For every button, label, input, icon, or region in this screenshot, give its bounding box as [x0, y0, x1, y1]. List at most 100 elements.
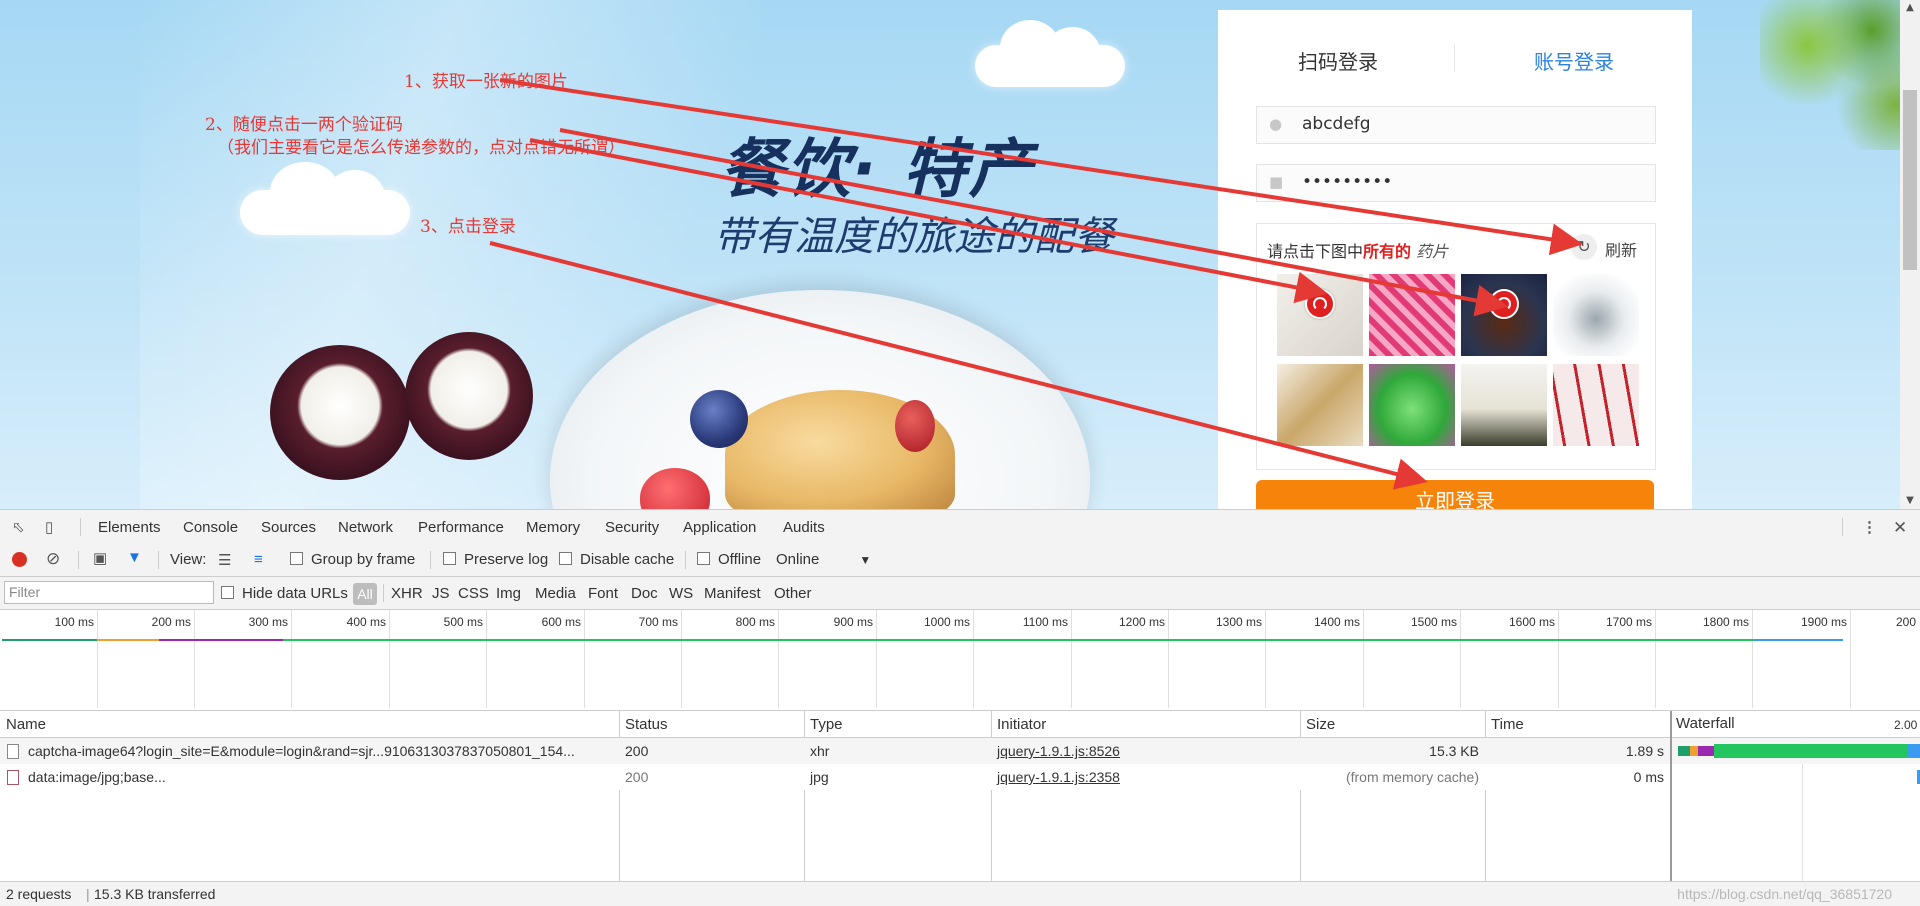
username-field[interactable]: ● abcdefg [1256, 106, 1656, 144]
filter-input[interactable]: Filter [4, 581, 214, 604]
timeline-tick-label: 1300 ms [1215, 615, 1262, 629]
timeline-tick-label: 1200 ms [1118, 615, 1165, 629]
table-row[interactable]: data:image/jpg;base... 200 jpg jquery-1.… [0, 764, 1670, 790]
clear-icon[interactable]: ⊘ [46, 549, 60, 569]
column-divider[interactable] [804, 711, 805, 881]
request-initiator-link[interactable]: jquery-1.9.1.js:2358 [997, 769, 1120, 785]
list-view-icon[interactable]: ☰ [218, 551, 231, 569]
network-overview-timeline[interactable]: 100 ms 200 ms 300 ms 400 ms 500 ms 600 m… [0, 610, 1920, 711]
captcha-tile[interactable] [1553, 274, 1639, 356]
column-divider[interactable] [1485, 711, 1486, 881]
image-file-icon [7, 770, 19, 785]
preserve-log-checkbox[interactable]: Preserve log [443, 551, 548, 568]
scroll-up-icon[interactable]: ▲ [1900, 0, 1920, 16]
tab-security[interactable]: Security [605, 519, 659, 536]
timeline-tick-label: 1600 ms [1508, 615, 1555, 629]
record-icon[interactable] [12, 552, 27, 567]
tab-performance[interactable]: Performance [418, 519, 504, 536]
column-divider[interactable] [619, 711, 620, 881]
request-initiator-link[interactable]: jquery-1.9.1.js:8526 [997, 743, 1120, 759]
close-icon[interactable]: ✕ [1893, 518, 1907, 538]
throttling-select[interactable]: Online ▼ [776, 551, 871, 568]
username-value: abcdefg [1302, 114, 1371, 134]
filter-type-js[interactable]: JS [432, 585, 450, 602]
grid-line [1265, 610, 1266, 708]
tab-qr-login[interactable]: 扫码登录 [1298, 46, 1378, 75]
screenshot-camera-icon[interactable]: ▣ [93, 549, 107, 567]
divider [685, 551, 686, 569]
captcha-tile[interactable] [1369, 274, 1455, 356]
captcha-click-marker-icon[interactable] [1305, 289, 1335, 319]
mangosteen-image [270, 345, 410, 480]
group-by-frame-checkbox[interactable]: Group by frame [290, 551, 415, 568]
more-options-icon[interactable]: ⋮ [1862, 518, 1877, 536]
device-toolbar-icon[interactable]: ▯ [45, 518, 53, 536]
login-submit-button[interactable]: 立即登录 [1256, 480, 1654, 509]
captcha-tile[interactable] [1369, 364, 1455, 446]
refresh-label: 刷新 [1605, 241, 1638, 260]
request-time: 0 ms [1633, 769, 1664, 785]
table-row[interactable]: captcha-image64?login_site=E&module=logi… [0, 738, 1670, 764]
filter-funnel-icon[interactable]: ▼ [127, 549, 142, 566]
filter-type-manifest[interactable]: Manifest [704, 585, 761, 602]
requests-table-header: Name Status Type Initiator Size Time Wat… [0, 711, 1920, 738]
tab-network[interactable]: Network [329, 519, 402, 546]
tab-application[interactable]: Application [683, 519, 756, 536]
captcha-tile[interactable] [1277, 364, 1363, 446]
devtools-tab-bar: ⬁ ▯ Elements Console Sources Network Per… [0, 509, 1920, 546]
column-header-status[interactable]: Status [625, 716, 668, 733]
filter-type-doc[interactable]: Doc [631, 585, 658, 602]
tab-console[interactable]: Console [183, 519, 238, 536]
column-header-type[interactable]: Type [810, 716, 843, 733]
login-panel: 扫码登录 账号登录 ● abcdefg ■ ••••••••• 请点击下图中所有… [1218, 10, 1692, 509]
network-toolbar: ⊘ ▣ ▼ View: ☰ ≡ Group by frame Preserve … [0, 544, 1920, 577]
scroll-down-icon[interactable]: ▼ [1900, 493, 1920, 509]
filter-type-all[interactable]: All [353, 583, 377, 605]
tab-memory[interactable]: Memory [526, 519, 580, 536]
disable-cache-checkbox[interactable]: Disable cache [559, 551, 674, 568]
scroll-thumb[interactable] [1903, 90, 1917, 270]
tab-audits[interactable]: Audits [783, 519, 825, 536]
filter-type-ws[interactable]: WS [669, 585, 693, 602]
column-divider[interactable] [1670, 711, 1672, 881]
grid-line [486, 610, 487, 708]
timeline-tick-label: 1800 ms [1702, 615, 1749, 629]
column-header-initiator[interactable]: Initiator [997, 716, 1046, 733]
filter-type-media[interactable]: Media [535, 585, 576, 602]
tab-sources[interactable]: Sources [261, 519, 316, 536]
column-divider[interactable] [1300, 711, 1301, 881]
filter-type-other[interactable]: Other [774, 585, 812, 602]
hide-data-urls-checkbox[interactable]: Hide data URLs [221, 585, 348, 602]
checkbox-box [697, 552, 710, 565]
tab-account-login[interactable]: 账号登录 [1534, 46, 1614, 75]
page-scrollbar[interactable]: ▲ ▼ [1900, 0, 1920, 509]
captcha-click-marker-icon[interactable] [1489, 289, 1519, 319]
inspect-element-icon[interactable]: ⬁ [12, 518, 25, 536]
column-header-time[interactable]: Time [1491, 716, 1524, 733]
filter-type-img[interactable]: Img [496, 585, 521, 602]
grid-line [291, 610, 292, 708]
request-status: 200 [625, 743, 649, 759]
timeline-tick-label: 200 ms [151, 615, 191, 629]
filter-type-xhr[interactable]: XHR [391, 585, 423, 602]
watermark: https://blog.csdn.net/qq_36851720 [1677, 886, 1892, 902]
offline-checkbox[interactable]: Offline [697, 551, 761, 568]
request-time: 1.89 s [1625, 743, 1664, 759]
captcha-tile[interactable] [1461, 364, 1547, 446]
column-header-waterfall[interactable]: Waterfall [1676, 715, 1735, 732]
timeline-tick-label: 900 ms [833, 615, 873, 629]
grid-line [1655, 610, 1656, 708]
annotation-step-2: 2、随便点击一两个验证码 [205, 115, 403, 135]
captcha-tile[interactable] [1553, 364, 1639, 446]
password-field[interactable]: ■ ••••••••• [1256, 164, 1656, 202]
file-icon [7, 744, 19, 759]
captcha-prompt: 请点击下图中所有的 药片 [1267, 238, 1448, 262]
filter-type-css[interactable]: CSS [458, 585, 489, 602]
tab-elements[interactable]: Elements [98, 519, 161, 536]
column-header-name[interactable]: Name [6, 716, 46, 733]
column-header-size[interactable]: Size [1306, 716, 1335, 733]
waterfall-view-icon[interactable]: ≡ [254, 551, 263, 568]
filter-type-font[interactable]: Font [588, 585, 618, 602]
column-divider[interactable] [991, 711, 992, 881]
password-value: ••••••••• [1302, 172, 1393, 192]
